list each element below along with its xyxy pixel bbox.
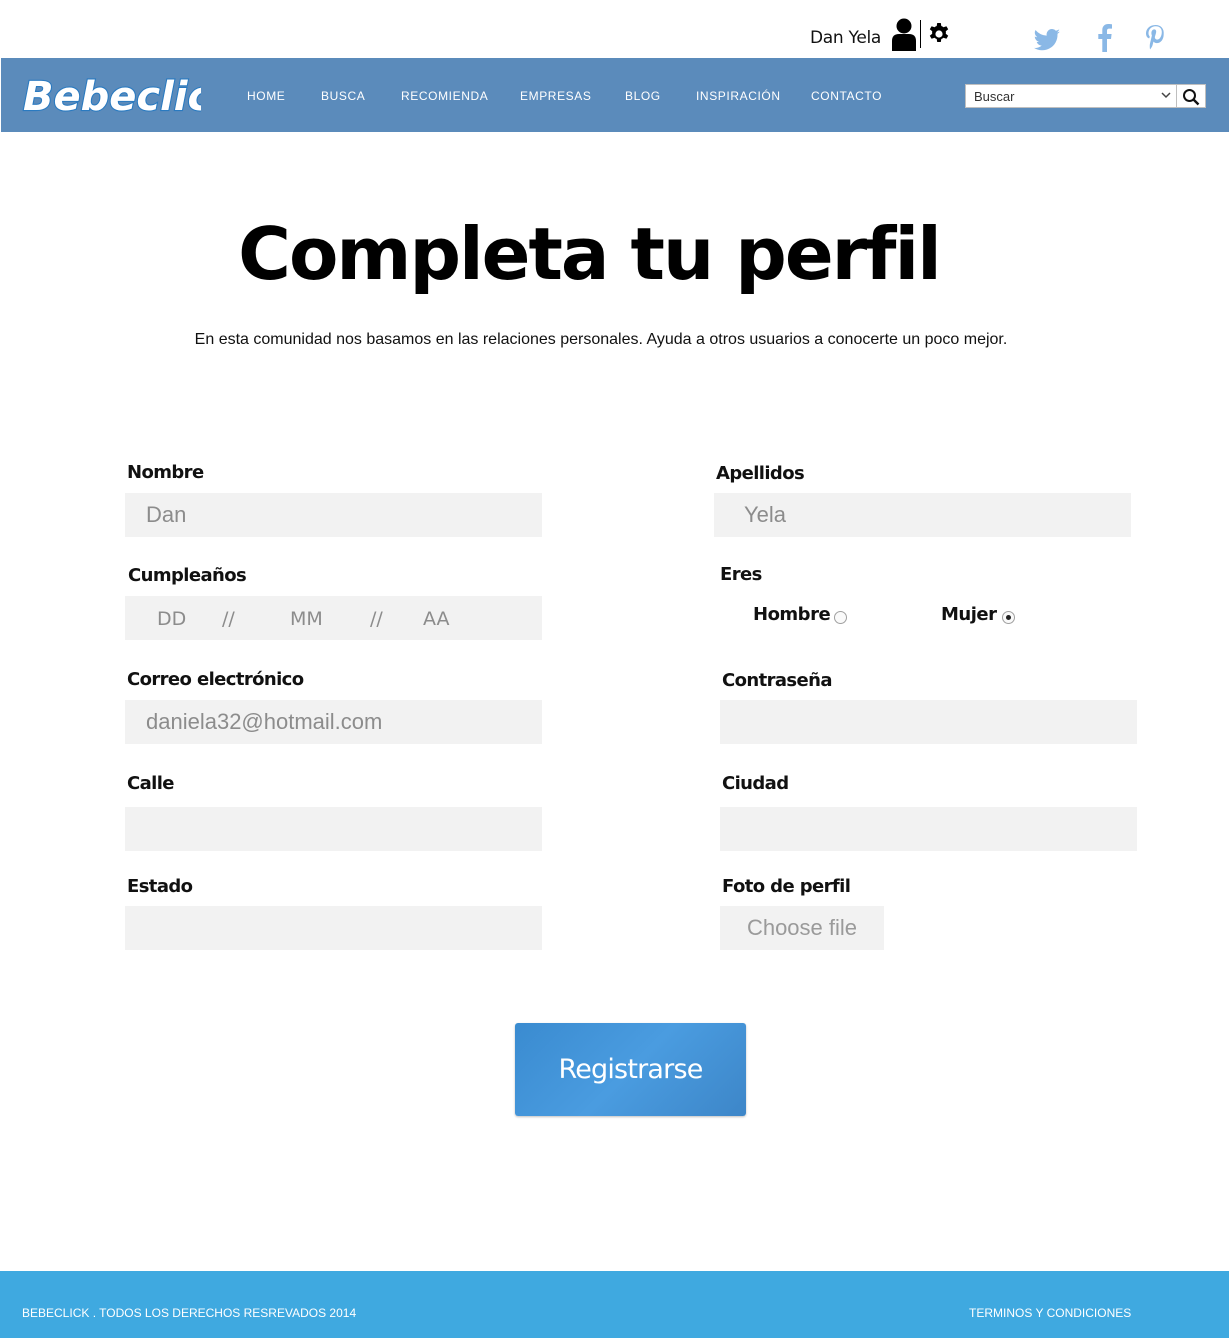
birthday-month-field[interactable]: MM bbox=[290, 608, 323, 630]
correo-label: Correo electrónico bbox=[127, 669, 304, 690]
contrasena-label: Contraseña bbox=[722, 670, 833, 691]
cumpleanos-label: Cumpleaños bbox=[128, 565, 247, 586]
nav-recomienda[interactable]: RECOMIENDA bbox=[401, 89, 488, 103]
apellidos-label: Apellidos bbox=[716, 463, 805, 484]
twitter-icon[interactable] bbox=[1032, 22, 1062, 54]
top-bar: Dan Yela bbox=[0, 0, 1229, 58]
svg-text:Bebeclick: Bebeclick bbox=[23, 74, 201, 120]
hombre-label[interactable]: Hombre bbox=[753, 604, 831, 625]
nav-blog[interactable]: BLOG bbox=[625, 89, 661, 103]
nav-home[interactable]: HOME bbox=[247, 89, 285, 103]
birthday-separator: // bbox=[370, 608, 383, 630]
topbar-divider bbox=[920, 20, 921, 48]
email-value: daniela32@hotmail.com bbox=[146, 709, 383, 734]
apellidos-input[interactable]: Yela bbox=[714, 493, 1131, 537]
user-name[interactable]: Dan Yela bbox=[810, 28, 881, 48]
footer: BEBECLICK . TODOS LOS DERECHOS RESREVADO… bbox=[0, 1271, 1229, 1338]
estado-label: Estado bbox=[127, 876, 193, 897]
nav-contacto[interactable]: CONTACTO bbox=[811, 89, 882, 103]
gear-icon[interactable] bbox=[927, 22, 951, 46]
hombre-radio[interactable] bbox=[834, 611, 847, 624]
page-subtitle: En esta comunidad nos basamos en las rel… bbox=[194, 331, 1008, 348]
bebeclick-logo[interactable]: Bebeclick bbox=[19, 66, 201, 124]
terms-link[interactable]: TERMINOS Y CONDICIONES bbox=[969, 1306, 1131, 1320]
nombre-input[interactable]: Dan bbox=[125, 493, 542, 537]
email-input[interactable]: daniela32@hotmail.com bbox=[125, 700, 542, 744]
eres-label: Eres bbox=[720, 564, 762, 585]
choose-file-button[interactable]: Choose file bbox=[720, 906, 884, 950]
birthday-year-field[interactable]: AA bbox=[423, 608, 450, 630]
ciudad-input[interactable] bbox=[720, 807, 1137, 851]
user-icon[interactable] bbox=[890, 17, 918, 51]
foto-label: Foto de perfil bbox=[722, 876, 851, 897]
apellidos-value: Yela bbox=[744, 502, 787, 527]
nombre-value: Dan bbox=[146, 502, 187, 527]
footer-copyright: BEBECLICK . TODOS LOS DERECHOS RESREVADO… bbox=[22, 1306, 357, 1320]
mujer-label[interactable]: Mujer bbox=[941, 604, 997, 625]
birthday-day-field[interactable]: DD bbox=[157, 608, 186, 630]
search-select-value: Buscar bbox=[974, 89, 1015, 104]
register-button[interactable]: Registrarse bbox=[515, 1023, 746, 1116]
nav-busca[interactable]: BUSCA bbox=[321, 89, 365, 103]
birthday-input[interactable]: DD // MM // AA bbox=[125, 596, 542, 640]
page-title: Completa tu perfil bbox=[238, 212, 942, 296]
chevron-down-icon bbox=[1161, 92, 1171, 99]
nav-empresas[interactable]: EMPRESAS bbox=[520, 89, 592, 103]
pinterest-icon[interactable] bbox=[1140, 22, 1170, 54]
birthday-separator: // bbox=[222, 608, 235, 630]
search-select[interactable]: Buscar bbox=[965, 84, 1177, 108]
password-input[interactable] bbox=[720, 700, 1137, 744]
nav-inspiracion[interactable]: INSPIRACIÓN bbox=[696, 89, 781, 103]
facebook-icon[interactable] bbox=[1090, 22, 1120, 54]
estado-input[interactable] bbox=[125, 906, 542, 950]
ciudad-label: Ciudad bbox=[722, 773, 789, 794]
search-button[interactable] bbox=[1177, 84, 1206, 108]
calle-label: Calle bbox=[127, 773, 175, 794]
nombre-label: Nombre bbox=[127, 462, 204, 483]
calle-input[interactable] bbox=[125, 807, 542, 851]
search-icon bbox=[1183, 89, 1200, 106]
mujer-radio[interactable] bbox=[1002, 611, 1015, 624]
main-navbar: Bebeclick HOME BUSCA RECOMIENDA EMPRESAS… bbox=[1, 58, 1229, 132]
